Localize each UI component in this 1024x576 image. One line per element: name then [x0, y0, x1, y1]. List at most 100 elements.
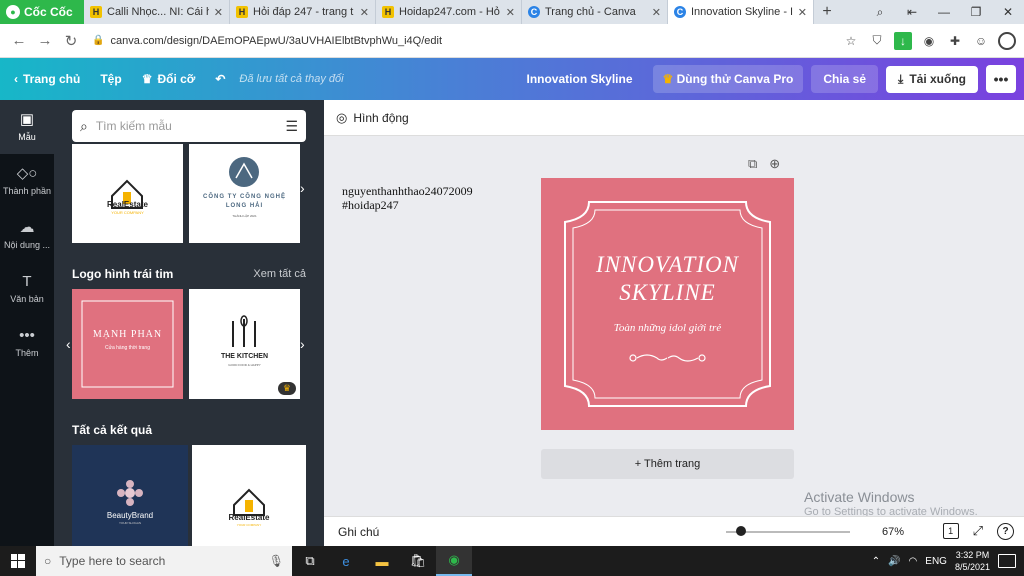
- template-card-manh-phan[interactable]: MẠNH PHAN Cửa hàng thời trang: [72, 289, 183, 399]
- tab-title: Hoidap247.com - Hỏ: [399, 6, 500, 18]
- card-title-2: LONG HẢI: [225, 203, 264, 209]
- shield-icon[interactable]: ⛉: [868, 32, 886, 50]
- document-title[interactable]: Innovation Skyline: [526, 72, 632, 86]
- resize-label: Đổi cỡ: [157, 72, 196, 86]
- forward-icon[interactable]: →: [32, 32, 58, 49]
- add-page-icon[interactable]: ⊕: [769, 156, 780, 172]
- more-options-button[interactable]: •••: [986, 65, 1016, 93]
- flower-logo-icon: [117, 480, 143, 506]
- file-explorer-icon[interactable]: ▬: [364, 546, 400, 576]
- browser-tab-3[interactable]: H Hoidap247.com - Hỏ ✕: [376, 0, 522, 24]
- animate-icon[interactable]: ◎: [336, 110, 347, 126]
- language-indicator[interactable]: ENG: [925, 556, 947, 567]
- rail-item-text[interactable]: T Văn bản: [0, 262, 54, 316]
- download-icon[interactable]: ↓: [894, 31, 912, 50]
- pro-crown-icon: ♛: [277, 382, 296, 395]
- close-tab-icon[interactable]: ✕: [360, 6, 369, 19]
- clock[interactable]: 3:32 PM 8/5/2021: [955, 549, 990, 573]
- share-button[interactable]: Chia sẻ: [811, 65, 879, 93]
- account-icon[interactable]: ☺: [972, 32, 990, 50]
- bookmark-star-icon[interactable]: ☆: [842, 32, 860, 50]
- extension-coccoc-icon[interactable]: ◉: [920, 32, 938, 50]
- coccoc-taskbar-icon[interactable]: ◉: [436, 546, 472, 576]
- edge-icon[interactable]: e: [328, 546, 364, 576]
- card-subtitle: GOOD FOOD & HAPPY: [228, 363, 261, 367]
- puzzle-icon[interactable]: ✚: [946, 32, 964, 50]
- minimize-icon[interactable]: —: [928, 0, 960, 24]
- new-tab-button[interactable]: +: [814, 0, 840, 24]
- wifi-icon[interactable]: ◠: [909, 556, 918, 567]
- zoom-slider-handle[interactable]: [735, 526, 746, 536]
- rail-item-elements[interactable]: ◇○ Thành phần: [0, 154, 54, 208]
- store-icon[interactable]: 🛍: [400, 546, 436, 576]
- close-window-icon[interactable]: ✕: [992, 0, 1024, 24]
- try-pro-button[interactable]: ♛ Dùng thử Canva Pro: [652, 65, 804, 93]
- text-note[interactable]: nguyenthanhthao24072009 #hoidap247: [342, 184, 473, 212]
- taskbar-search-input[interactable]: ○ Type here to search 🎙: [36, 546, 292, 576]
- card-subtitle: YOUR SLOGAN: [118, 521, 141, 525]
- template-card-beauty-brand[interactable]: BeautyBrand YOUR SLOGAN: [72, 445, 188, 546]
- file-menu[interactable]: Tệp: [90, 58, 131, 100]
- template-card-realestate[interactable]: RealEstate YOUR COMPANY: [72, 144, 183, 243]
- volume-icon[interactable]: 🔊: [888, 556, 900, 567]
- rail-item-templates[interactable]: ▣ Mẫu: [0, 100, 54, 154]
- template-card-realestate-2[interactable]: RealEstate YOUR COMPANY: [192, 445, 306, 546]
- browser-tab-5[interactable]: C Innovation Skyline - I ✕: [668, 0, 814, 24]
- browser-tab-2[interactable]: H Hỏi đáp 247 - trang t ✕: [230, 0, 376, 24]
- fullscreen-icon[interactable]: ⤢: [973, 523, 983, 540]
- tab-title: Hỏi đáp 247 - trang t: [253, 6, 354, 18]
- chevron-left-icon[interactable]: ‹: [66, 336, 71, 352]
- page-count-icon[interactable]: 1: [942, 523, 959, 539]
- notes-button[interactable]: Ghi chú: [338, 525, 379, 539]
- address-bar: ← → ↻ 🔒 canva.com/design/DAEmOPAEpwU/3aU…: [0, 24, 1024, 58]
- home-button[interactable]: ‹ Trang chủ: [0, 58, 90, 100]
- template-card-tech-company[interactable]: CÔNG TY CÔNG NGHỆ LONG HẢI THÀNH LẬP 202…: [189, 144, 300, 243]
- back-history-icon[interactable]: ⇤: [896, 0, 928, 24]
- reload-icon[interactable]: ↻: [58, 32, 84, 50]
- help-icon[interactable]: ?: [997, 523, 1014, 540]
- search-placeholder: Tìm kiếm mẫu: [95, 119, 172, 133]
- card-title: BeautyBrand: [106, 511, 154, 520]
- browser-brand[interactable]: ● Cốc Cốc: [0, 0, 84, 24]
- add-page-button[interactable]: + Thêm trang: [541, 449, 794, 479]
- rail-item-uploads[interactable]: ☁ Nội dung ...: [0, 208, 54, 262]
- template-card-kitchen[interactable]: THE KITCHEN GOOD FOOD & HAPPY ♛: [189, 289, 300, 399]
- restore-icon[interactable]: ❐: [960, 0, 992, 24]
- see-all-link[interactable]: Xem tất cả: [253, 268, 306, 280]
- realestate-logo-icon: [111, 179, 143, 209]
- notification-icon[interactable]: [998, 554, 1016, 568]
- download-button[interactable]: ⤓ Tải xuống: [886, 65, 978, 93]
- microphone-icon[interactable]: 🎙: [269, 554, 284, 568]
- browser-tab-4[interactable]: C Trang chủ - Canva ✕: [522, 0, 668, 24]
- duplicate-page-icon[interactable]: ⧉: [748, 156, 757, 172]
- back-icon[interactable]: ←: [6, 32, 32, 49]
- close-tab-icon[interactable]: ✕: [652, 6, 661, 19]
- profile-avatar[interactable]: [998, 31, 1016, 50]
- rail-item-more[interactable]: ••• Thêm: [0, 316, 54, 370]
- resize-button[interactable]: ♛ Đổi cỡ: [132, 58, 206, 100]
- browser-tab-1[interactable]: H Calli Nhọc... NI: Cái h ✕: [84, 0, 230, 24]
- close-tab-icon[interactable]: ✕: [506, 6, 515, 19]
- task-view-icon[interactable]: ⧉: [292, 546, 328, 576]
- design-title-line2[interactable]: SKYLINE: [541, 280, 794, 306]
- chevron-right-icon[interactable]: ›: [300, 180, 305, 196]
- undo-button[interactable]: ↶: [205, 58, 235, 100]
- chevron-up-icon[interactable]: ⌃: [872, 556, 880, 567]
- start-button[interactable]: [0, 554, 36, 568]
- zoom-level[interactable]: 67%: [882, 526, 904, 538]
- design-canvas[interactable]: INNOVATION SKYLINE Toàn những idol giới …: [541, 178, 794, 430]
- tab-search-icon[interactable]: ⌕: [864, 0, 896, 24]
- download-label: Tải xuống: [909, 72, 966, 86]
- crown-icon: ♛: [662, 72, 674, 86]
- animate-button[interactable]: Hình động: [353, 111, 408, 125]
- design-tagline[interactable]: Toàn những idol giới trẻ: [541, 322, 794, 334]
- card-title: MẠNH PHAN: [92, 329, 163, 340]
- filter-icon[interactable]: ☰: [285, 118, 298, 135]
- url-field[interactable]: 🔒 canva.com/design/DAEmOPAEpwU/3aUVHAIEl…: [92, 35, 842, 47]
- card-title: THE KITCHEN: [220, 353, 269, 360]
- design-title-line1[interactable]: INNOVATION: [541, 252, 794, 278]
- chevron-right-icon[interactable]: ›: [300, 336, 305, 352]
- close-tab-icon[interactable]: ✕: [798, 6, 807, 19]
- close-tab-icon[interactable]: ✕: [214, 6, 223, 19]
- template-search-input[interactable]: ⌕ Tìm kiếm mẫu ☰: [72, 110, 306, 142]
